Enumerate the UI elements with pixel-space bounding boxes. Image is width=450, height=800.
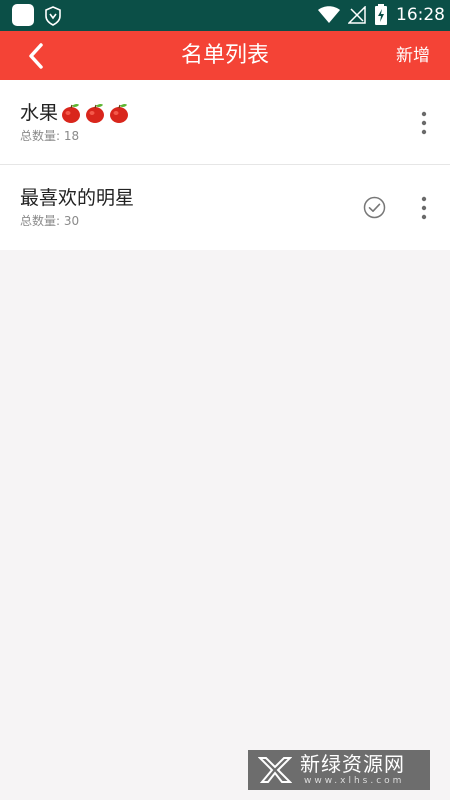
watermark-url: www.xlhs.com xyxy=(304,776,405,786)
check-circle-icon[interactable] xyxy=(363,196,386,219)
item-title: 水果 xyxy=(20,102,59,124)
signal-icon xyxy=(348,6,366,24)
watermark: 新绿资源网 www.xlhs.com xyxy=(248,750,430,790)
app-screen: 16:28 名单列表 新增 水果 总数量: 18 最喜欢的明星 总数量: 30 … xyxy=(0,0,450,800)
item-title-row: 水果 xyxy=(20,100,130,126)
watermark-logo-icon xyxy=(258,757,292,783)
page-title: 名单列表 xyxy=(180,43,269,68)
more-vertical-icon[interactable] xyxy=(416,195,432,221)
app-bar: 名单列表 新增 xyxy=(0,31,450,80)
status-time: 16:28 xyxy=(396,5,445,25)
add-button[interactable]: 新增 xyxy=(396,44,430,68)
shield-icon xyxy=(45,6,61,26)
more-vertical-icon[interactable] xyxy=(416,110,432,136)
item-title: 最喜欢的明星 xyxy=(20,187,135,209)
list-item[interactable]: 最喜欢的明星 总数量: 30 xyxy=(0,165,450,250)
list: 水果 总数量: 18 最喜欢的明星 总数量: 30 xyxy=(0,80,450,250)
item-title-row: 最喜欢的明星 xyxy=(20,185,134,211)
list-item[interactable]: 水果 总数量: 18 xyxy=(0,80,450,165)
apple-icon xyxy=(62,104,81,123)
wifi-icon xyxy=(318,6,340,23)
watermark-title: 新绿资源网 xyxy=(300,752,405,776)
apple-icon xyxy=(110,104,129,123)
status-bar: 16:28 xyxy=(0,0,450,31)
item-subtitle: 总数量: 18 xyxy=(20,129,80,143)
battery-charging-icon xyxy=(375,4,387,25)
item-subtitle: 总数量: 30 xyxy=(20,214,80,228)
apple-icon xyxy=(86,104,105,123)
app-square-icon xyxy=(12,4,34,26)
